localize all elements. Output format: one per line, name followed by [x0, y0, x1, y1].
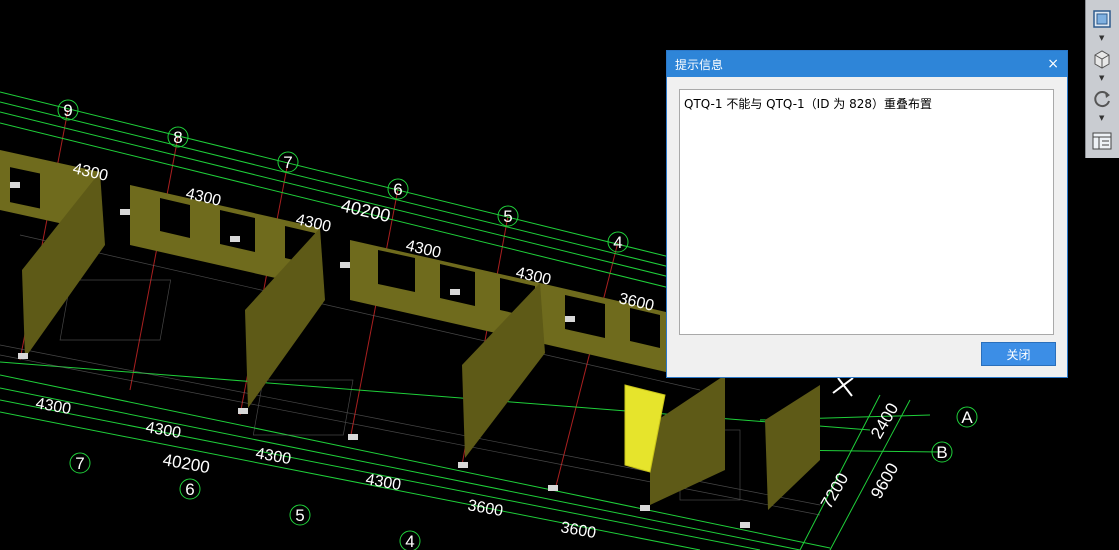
properties-panel-icon [1092, 132, 1112, 150]
dialog-message: QTQ-1 不能与 QTQ-1（ID 为 828）重叠布置 [684, 97, 932, 111]
dialog-title: 提示信息 [675, 57, 724, 72]
chevron-down-icon[interactable]: ▼ [1099, 114, 1104, 122]
bottom-dimension: 3600 [559, 519, 597, 542]
axis-label-7: 7 [283, 153, 292, 172]
close-button[interactable]: 关闭 [981, 342, 1056, 366]
top-total-dimension: 40200 [339, 195, 392, 226]
dialog-titlebar[interactable]: 提示信息 × [667, 51, 1067, 77]
bottom-axis-label-7: 7 [75, 454, 84, 473]
right-dimension: 7200 [817, 470, 852, 512]
bottom-dimension: 3600 [466, 497, 504, 520]
cube-view-button[interactable] [1089, 46, 1115, 72]
axis-label-4: 4 [613, 233, 622, 252]
message-textbox[interactable]: QTQ-1 不能与 QTQ-1（ID 为 828）重叠布置 [679, 89, 1054, 335]
crosshair-cursor [832, 377, 854, 397]
bottom-dimension: 4300 [144, 419, 182, 442]
view-box-button[interactable] [1089, 6, 1115, 32]
right-dimension: 2400 [867, 400, 902, 442]
chevron-down-icon[interactable]: ▼ [1099, 34, 1104, 42]
axis-label-9: 9 [63, 101, 72, 120]
right-dimension: 9600 [867, 460, 902, 502]
cube-icon [1094, 50, 1110, 69]
axis-label-8: 8 [173, 128, 182, 147]
chevron-down-icon[interactable]: ▼ [1099, 74, 1104, 82]
properties-button[interactable] [1089, 128, 1115, 154]
close-icon[interactable]: × [1047, 57, 1059, 71]
view-toolbar: ▼ ▼ ▼ [1085, 0, 1119, 158]
axis-label-A: A [961, 408, 973, 427]
view-box-icon [1093, 10, 1111, 28]
bottom-dimension: 4300 [254, 445, 292, 468]
bottom-dimension: 4300 [364, 471, 402, 494]
bottom-dimension: 4300 [34, 395, 72, 418]
axis-label-6: 6 [393, 180, 402, 199]
rotate-icon [1094, 91, 1110, 108]
bottom-axis-label-4: 4 [405, 532, 414, 550]
rotate-button[interactable] [1089, 86, 1115, 112]
axis-label-B: B [936, 443, 947, 462]
axis-label-5: 5 [503, 207, 512, 226]
bottom-axis-label-5: 5 [295, 506, 304, 525]
bottom-total-dimension: 40200 [161, 450, 211, 477]
bottom-axis-label-6: 6 [185, 480, 194, 499]
info-dialog: 提示信息 × QTQ-1 不能与 QTQ-1（ID 为 828）重叠布置 关闭 [666, 50, 1068, 378]
